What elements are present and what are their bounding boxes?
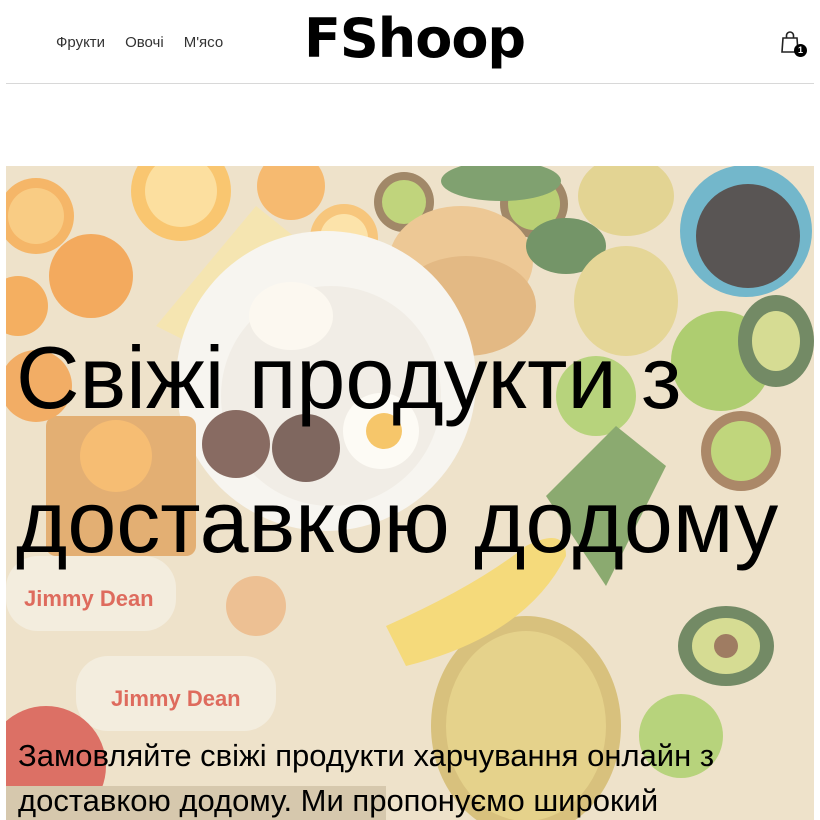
nav-link-meat[interactable]: М'ясо	[184, 34, 224, 51]
hero-banner: Jimmy Dean Jimmy Dean Свіжі продукти з д…	[6, 166, 814, 820]
hero-title: Свіжі продукти з доставкою додому	[16, 328, 779, 572]
nav-link-fruits[interactable]: Фрукти	[56, 34, 105, 51]
site-header: Фрукти Овочі М'ясо FShoop 1	[6, 0, 814, 84]
hero-description: Замовляйте свіжі продукти харчування онл…	[18, 738, 715, 818]
page: Фрукти Овочі М'ясо FShoop 1 Jimmy Dean J…	[0, 0, 820, 820]
main-nav: Фрукти Овочі М'ясо	[56, 34, 223, 51]
cart-button[interactable]: 1	[780, 30, 807, 60]
nav-link-vegetables[interactable]: Овочі	[125, 34, 164, 51]
site-logo[interactable]: FShoop	[304, 4, 526, 74]
cart-count-badge: 1	[794, 44, 807, 57]
